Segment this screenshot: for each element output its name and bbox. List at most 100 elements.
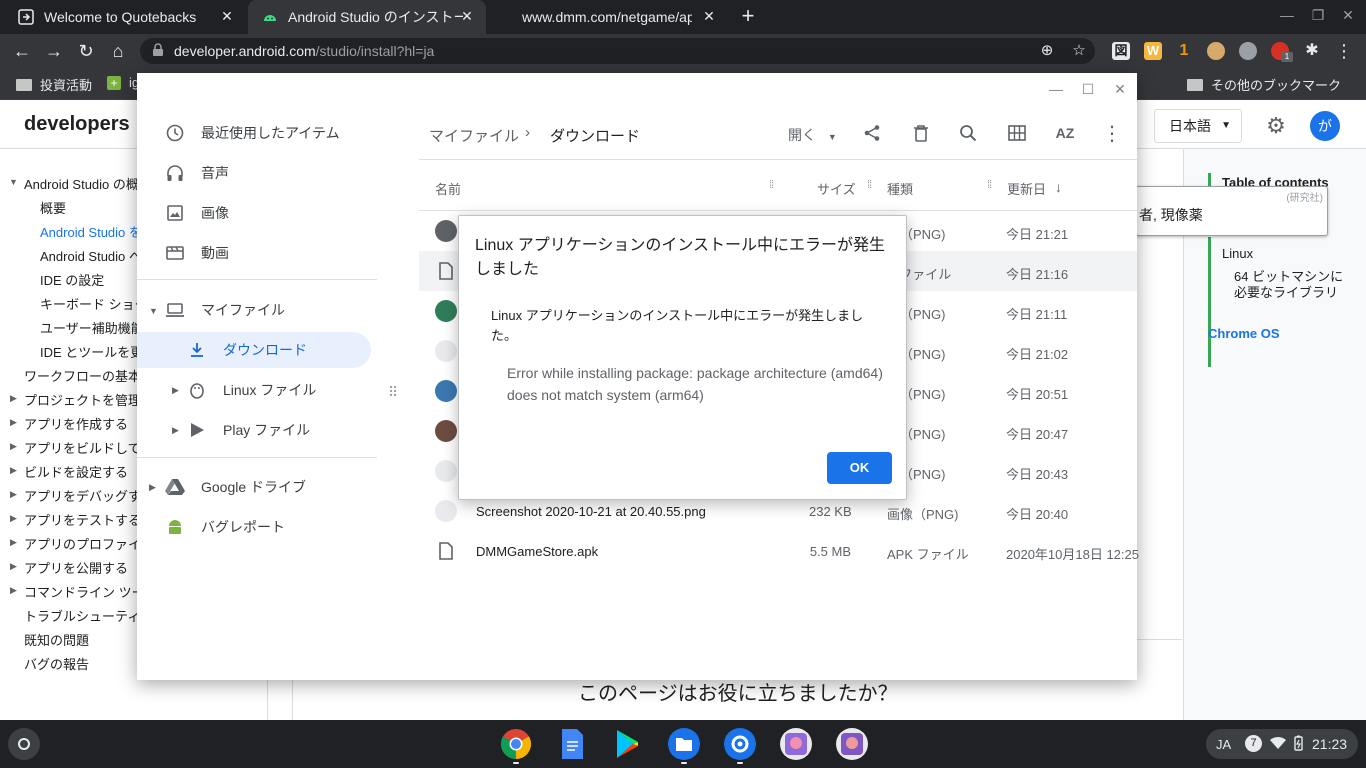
- game-app-icon[interactable]: [836, 728, 868, 760]
- chrome-app-icon[interactable]: [500, 728, 532, 760]
- sort-icon[interactable]: AZ: [1053, 121, 1077, 145]
- nav-item[interactable]: バグの報告: [24, 654, 89, 673]
- sidebar-item-google-drive[interactable]: Google ドライブ: [137, 469, 377, 505]
- breadcrumb-root[interactable]: マイファイル: [429, 125, 519, 146]
- bookmark-investment[interactable]: 投資活動: [16, 75, 92, 94]
- collapse-arrow-icon[interactable]: ▶: [10, 393, 17, 404]
- file-row[interactable]: DMMGameStore.apk 5.5 MB APK ファイル 2020年10…: [419, 531, 1139, 571]
- cookie-extension-icon[interactable]: [1207, 42, 1225, 60]
- nav-item[interactable]: アプリのプロファイ: [24, 534, 141, 553]
- status-area[interactable]: JA 7 21:23: [1206, 729, 1358, 759]
- bookmark-ig[interactable]: + ig: [107, 75, 139, 90]
- tab-android-studio[interactable]: Android Studio のインストール ✕: [248, 0, 486, 34]
- trash-icon[interactable]: [909, 121, 933, 145]
- bookmark-star-icon[interactable]: ☆: [1070, 42, 1088, 60]
- install-app-icon[interactable]: ⊕: [1038, 42, 1056, 60]
- sidebar-item-my-files[interactable]: マイファイル: [137, 292, 377, 328]
- restore-icon[interactable]: ❐: [1308, 7, 1328, 27]
- nav-item[interactable]: アプリを作成する: [24, 414, 128, 433]
- dictionary-extension-icon[interactable]: 図: [1112, 42, 1130, 60]
- grid-view-icon[interactable]: [1005, 121, 1029, 145]
- ok-button[interactable]: OK: [827, 452, 892, 484]
- column-resize-icon[interactable]: ⁞⁞: [867, 179, 872, 191]
- sort-descending-icon[interactable]: ↓: [1055, 179, 1062, 195]
- sidebar-item-bug-report[interactable]: バグレポート: [137, 509, 377, 545]
- sidebar-item-images[interactable]: 画像: [137, 195, 377, 231]
- more-menu-icon[interactable]: ⋮: [1100, 121, 1124, 145]
- nav-item[interactable]: キーボード ショー: [40, 294, 148, 313]
- collapse-arrow-icon[interactable]: ▶: [10, 441, 17, 452]
- badge-extension-icon[interactable]: 1: [1271, 42, 1293, 62]
- gear-icon[interactable]: ⚙: [1264, 114, 1288, 138]
- nav-item[interactable]: アプリをビルドして: [24, 438, 141, 457]
- compass-extension-icon[interactable]: [1239, 42, 1257, 60]
- column-header-name[interactable]: 名前: [435, 179, 461, 198]
- toc-link-linux[interactable]: Linux: [1222, 246, 1253, 261]
- collapse-arrow-icon[interactable]: ▶: [10, 585, 17, 596]
- forward-icon[interactable]: →: [43, 40, 65, 62]
- nav-item[interactable]: ユーザー補助機能: [40, 318, 144, 337]
- tab-close-icon[interactable]: ✕: [458, 8, 476, 25]
- collapse-arrow-icon[interactable]: ▶: [10, 465, 17, 476]
- back-icon[interactable]: ←: [11, 40, 33, 62]
- column-resize-icon[interactable]: ⁞⁞: [987, 179, 992, 191]
- expand-arrow-icon[interactable]: ▼: [9, 177, 18, 187]
- column-header-modified[interactable]: 更新日: [1007, 179, 1046, 198]
- collapse-arrow-icon[interactable]: ▶: [10, 561, 17, 572]
- nav-item[interactable]: 既知の問題: [24, 630, 89, 649]
- settings-app-icon[interactable]: [724, 728, 756, 760]
- nav-item-current[interactable]: Android Studio を: [40, 222, 142, 241]
- home-icon[interactable]: ⌂: [107, 40, 129, 62]
- browser-menu-icon[interactable]: ⋮: [1335, 42, 1353, 60]
- address-bar[interactable]: developer.android.com/studio/install?hl=…: [140, 38, 1095, 64]
- extensions-puzzle-icon[interactable]: ✱: [1303, 42, 1321, 60]
- maximize-icon[interactable]: ☐: [1080, 81, 1096, 97]
- nav-item[interactable]: Android Studio の概: [24, 174, 139, 193]
- new-tab-button[interactable]: +: [736, 4, 760, 28]
- w-extension-icon[interactable]: W: [1144, 42, 1162, 60]
- column-header-size[interactable]: サイズ: [817, 179, 856, 198]
- game-app-icon[interactable]: [780, 728, 812, 760]
- tab-close-icon[interactable]: ✕: [700, 8, 718, 25]
- nav-item[interactable]: アプリをデバッグす: [24, 486, 141, 505]
- avatar[interactable]: が: [1310, 111, 1340, 141]
- sidebar-item-downloads[interactable]: ダウンロード: [137, 332, 371, 368]
- nav-item[interactable]: アプリを公開する: [24, 558, 128, 577]
- open-with-button[interactable]: 開く ▼: [788, 125, 837, 145]
- column-resize-icon[interactable]: ⁞⁞: [769, 179, 774, 191]
- breadcrumb-current[interactable]: ダウンロード: [550, 125, 640, 146]
- collapse-arrow-icon[interactable]: ▶: [10, 417, 17, 428]
- tab-quotebacks[interactable]: Welcome to Quotebacks ✕: [4, 0, 246, 34]
- collapse-arrow-icon[interactable]: ▶: [10, 489, 17, 500]
- sidebar-item-linux-files[interactable]: Linux ファイル: [137, 372, 377, 408]
- nav-item[interactable]: コマンドライン ツー: [24, 582, 145, 601]
- reload-icon[interactable]: ↻: [75, 40, 97, 62]
- nav-item[interactable]: IDE とツールを更: [40, 342, 143, 361]
- sidebar-item-play-files[interactable]: Play ファイル: [137, 412, 377, 448]
- close-window-icon[interactable]: ✕: [1338, 7, 1358, 27]
- column-header-type[interactable]: 種類: [887, 179, 913, 198]
- sidebar-item-videos[interactable]: 動画: [137, 235, 377, 271]
- language-select[interactable]: 日本語 ▼: [1154, 109, 1242, 143]
- bookmark-other[interactable]: その他のブックマーク: [1187, 75, 1341, 94]
- site-logo[interactable]: developers: [24, 113, 130, 136]
- nav-item[interactable]: ワークフローの基本: [24, 366, 141, 385]
- collapse-arrow-icon[interactable]: ▶: [10, 513, 17, 524]
- collapse-arrow-icon[interactable]: ▶: [10, 537, 17, 548]
- one-extension-icon[interactable]: 1: [1175, 42, 1193, 60]
- minimize-icon[interactable]: —: [1277, 7, 1297, 27]
- launcher-button[interactable]: [8, 728, 40, 760]
- tab-dmm[interactable]: www.dmm.com/netgame/app/ ✕: [492, 0, 728, 34]
- minimize-icon[interactable]: —: [1048, 81, 1064, 97]
- nav-item[interactable]: IDE の設定: [40, 270, 104, 289]
- toc-link-chrome-os[interactable]: Chrome OS: [1208, 326, 1280, 341]
- close-icon[interactable]: ✕: [1112, 81, 1128, 97]
- share-icon[interactable]: [860, 121, 884, 145]
- docs-app-icon[interactable]: [556, 728, 588, 760]
- resize-handle-icon[interactable]: ⠿: [388, 384, 398, 401]
- nav-item[interactable]: ビルドを設定する: [24, 462, 128, 481]
- toc-link-linux-libs[interactable]: 64 ビットマシンに必要なライブラリ: [1234, 269, 1344, 301]
- play-store-app-icon[interactable]: [612, 728, 644, 760]
- nav-item[interactable]: 概要: [40, 198, 66, 217]
- search-icon[interactable]: [956, 121, 980, 145]
